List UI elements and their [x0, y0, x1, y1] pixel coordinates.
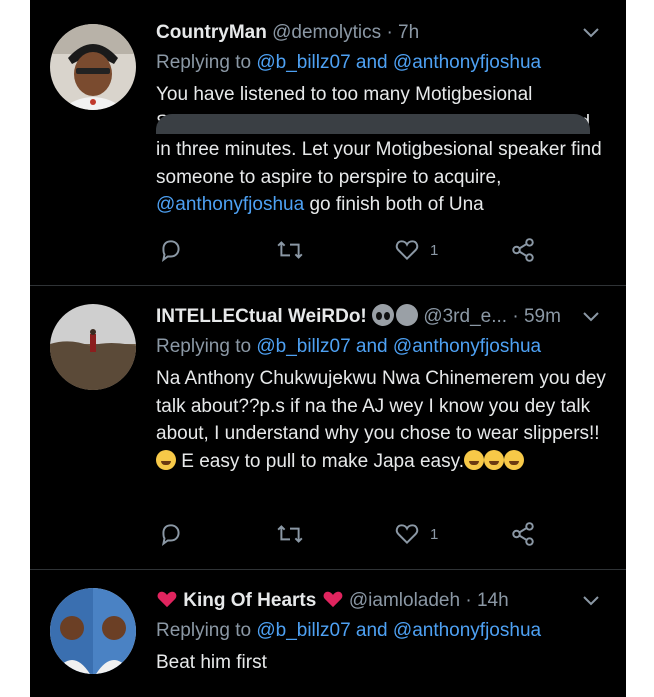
replying-to: Replying to @b_billz07 and @anthonyfjosh…	[156, 48, 606, 78]
reply-mention-1[interactable]: @b_billz07	[256, 52, 350, 73]
tweet-2[interactable]: INTELLECtual WeiRDo! @3rd_e... · 59m Rep…	[30, 286, 626, 569]
laughing-emoji-icon	[463, 449, 484, 470]
timestamp[interactable]: 59m	[524, 306, 561, 327]
body-mention[interactable]: @anthonyfjoshua	[156, 194, 304, 215]
tweet-body-tail: go finish both of Una	[304, 194, 484, 215]
tweet-text: Beat him first	[156, 649, 606, 677]
reply-mention-1[interactable]: @b_billz07	[256, 620, 350, 641]
heart-icon	[395, 240, 419, 261]
tweet-body: You have listened to too many Motigbesio…	[156, 84, 602, 188]
like-button[interactable]: 1	[394, 516, 438, 552]
retweet-button[interactable]	[276, 516, 314, 552]
reply-button[interactable]	[158, 516, 194, 552]
heart-emoji-icon	[323, 591, 342, 608]
replying-to: Replying to @b_billz07 and @anthonyfjosh…	[156, 616, 606, 646]
reply-icon	[161, 240, 180, 263]
tweet-text: Na Anthony Chukwujekwu Nwa Chinemerem yo…	[156, 365, 606, 475]
replying-to-label: Replying to	[156, 620, 252, 641]
share-button[interactable]	[510, 232, 536, 268]
display-name[interactable]: INTELLECtual WeiRDo!	[156, 306, 367, 327]
chevron-down-icon[interactable]	[582, 24, 600, 42]
separator-dot: ·	[512, 306, 519, 327]
tweet-header: INTELLECtual WeiRDo! @3rd_e... · 59m	[156, 302, 606, 332]
user-handle[interactable]: @3rd_e...	[423, 306, 507, 327]
heart-emoji-icon	[157, 591, 177, 608]
alien-emoji-icon	[372, 304, 395, 326]
user-handle[interactable]: @iamloladeh	[349, 590, 460, 611]
reply-icon	[161, 524, 180, 547]
reply-and[interactable]: and	[356, 52, 388, 73]
tweet-body: Beat him first	[156, 652, 267, 673]
retweet-button[interactable]	[276, 232, 314, 268]
timestamp[interactable]: 14h	[477, 590, 509, 611]
like-count: 1	[430, 525, 439, 543]
tweet-3[interactable]: King Of Hearts @iamloladeh · 14h Replyin…	[30, 570, 626, 697]
tweet-body-tail: E easy to pull to make Japa easy.	[176, 450, 464, 472]
media-preview[interactable]	[156, 114, 590, 134]
neutral-face-emoji-icon	[396, 304, 419, 326]
tweet-header: CountryMan @demolytics · 7h	[156, 18, 606, 48]
retweet-icon	[277, 241, 303, 259]
tweet-actions: 1	[156, 232, 606, 268]
avatar[interactable]	[50, 24, 136, 110]
replying-to-label: Replying to	[156, 336, 252, 357]
display-name[interactable]: King Of Hearts	[183, 590, 316, 611]
replying-to-label: Replying to	[156, 52, 252, 73]
reply-button[interactable]	[158, 232, 194, 268]
reply-and[interactable]: and	[356, 620, 388, 641]
tweet-header: King Of Hearts @iamloladeh · 14h	[156, 586, 606, 616]
chevron-down-icon[interactable]	[582, 308, 600, 326]
like-button[interactable]: 1	[394, 232, 438, 268]
reply-mention-2[interactable]: @anthonyfjoshua	[393, 620, 541, 641]
reply-mention-1[interactable]: @b_billz07	[256, 336, 350, 357]
laughing-emoji-icon	[483, 449, 504, 470]
laughing-emoji-icon	[156, 449, 176, 470]
share-button[interactable]	[510, 516, 536, 552]
retweet-icon	[277, 525, 303, 543]
reply-mention-2[interactable]: @anthonyfjoshua	[393, 52, 541, 73]
avatar[interactable]	[50, 304, 136, 390]
separator-dot: ·	[386, 22, 393, 43]
replying-to: Replying to @b_billz07 and @anthonyfjosh…	[156, 332, 606, 362]
reply-mention-2[interactable]: @anthonyfjoshua	[393, 336, 541, 357]
tweet-body: Na Anthony Chukwujekwu Nwa Chinemerem yo…	[156, 368, 606, 444]
like-count: 1	[430, 241, 439, 259]
timestamp[interactable]: 7h	[398, 22, 419, 43]
display-name[interactable]: CountryMan	[156, 22, 267, 43]
timeline-screen: CountryMan @demolytics · 7h Replying to …	[30, 0, 626, 697]
separator-dot: ·	[465, 590, 472, 611]
share-icon	[512, 522, 534, 546]
tweet-text: You have listened to too many Motigbesio…	[156, 81, 606, 219]
laughing-emoji-icon	[503, 449, 524, 470]
tweet-actions: 1	[156, 516, 606, 552]
tweet-1[interactable]: CountryMan @demolytics · 7h Replying to …	[30, 0, 626, 285]
share-icon	[512, 238, 534, 262]
user-handle[interactable]: @demolytics	[272, 22, 381, 43]
reply-and[interactable]: and	[356, 336, 388, 357]
avatar[interactable]	[50, 588, 136, 674]
heart-icon	[395, 524, 419, 545]
chevron-down-icon[interactable]	[582, 592, 600, 610]
